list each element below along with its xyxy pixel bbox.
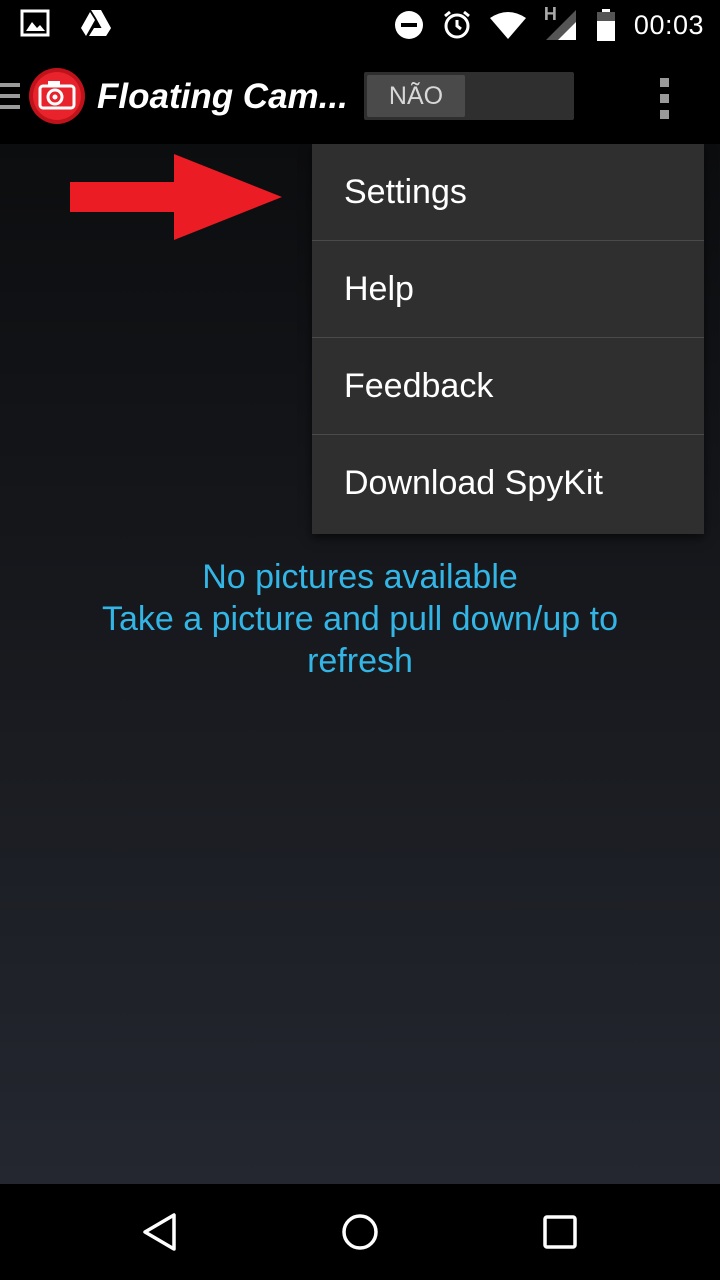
overflow-menu-icon[interactable] — [652, 78, 676, 120]
menu-item-feedback[interactable]: Feedback — [312, 338, 704, 435]
overflow-menu: Settings Help Feedback Download SpyKit — [312, 144, 704, 534]
status-left-icons — [20, 8, 112, 38]
empty-state-line1: No pictures available — [202, 558, 518, 596]
status-bar: H 00:03 — [0, 0, 720, 50]
recents-icon[interactable] — [540, 1212, 580, 1252]
back-icon[interactable] — [140, 1212, 180, 1252]
menu-item-help[interactable]: Help — [312, 241, 704, 338]
signal-indicator: H — [544, 4, 578, 42]
status-time: 00:03 — [633, 9, 704, 40]
toggle-label: NÃO — [367, 75, 465, 117]
battery-icon — [596, 9, 615, 41]
drive-icon — [81, 10, 111, 36]
signal-icon — [545, 10, 576, 40]
drawer-icon[interactable] — [0, 83, 20, 111]
app-camera-logo-icon[interactable] — [28, 67, 86, 125]
empty-state-line2: Take a picture and pull down/up to — [101, 600, 618, 638]
wifi-icon — [489, 12, 526, 39]
do-not-disturb-icon — [394, 11, 423, 39]
menu-item-settings[interactable]: Settings — [312, 144, 704, 241]
red-arrow-icon — [70, 154, 282, 240]
action-bar: Floating Cam... NÃO — [0, 50, 720, 144]
image-icon — [20, 9, 50, 37]
empty-state-message: No pictures available Take a picture and… — [40, 556, 680, 682]
alarm-icon — [443, 10, 470, 39]
app-title: Floating Cam... — [97, 77, 348, 116]
navigation-bar — [0, 1184, 720, 1280]
home-icon[interactable] — [340, 1212, 380, 1252]
enable-toggle[interactable]: NÃO — [364, 72, 574, 120]
screen: H 00:03 Floating Cam... NÃO No pictures … — [0, 0, 720, 1280]
empty-state-line3: refresh — [307, 642, 413, 680]
status-right-icons: H 00:03 — [394, 4, 704, 44]
menu-item-download-spykit[interactable]: Download SpyKit — [312, 435, 704, 532]
